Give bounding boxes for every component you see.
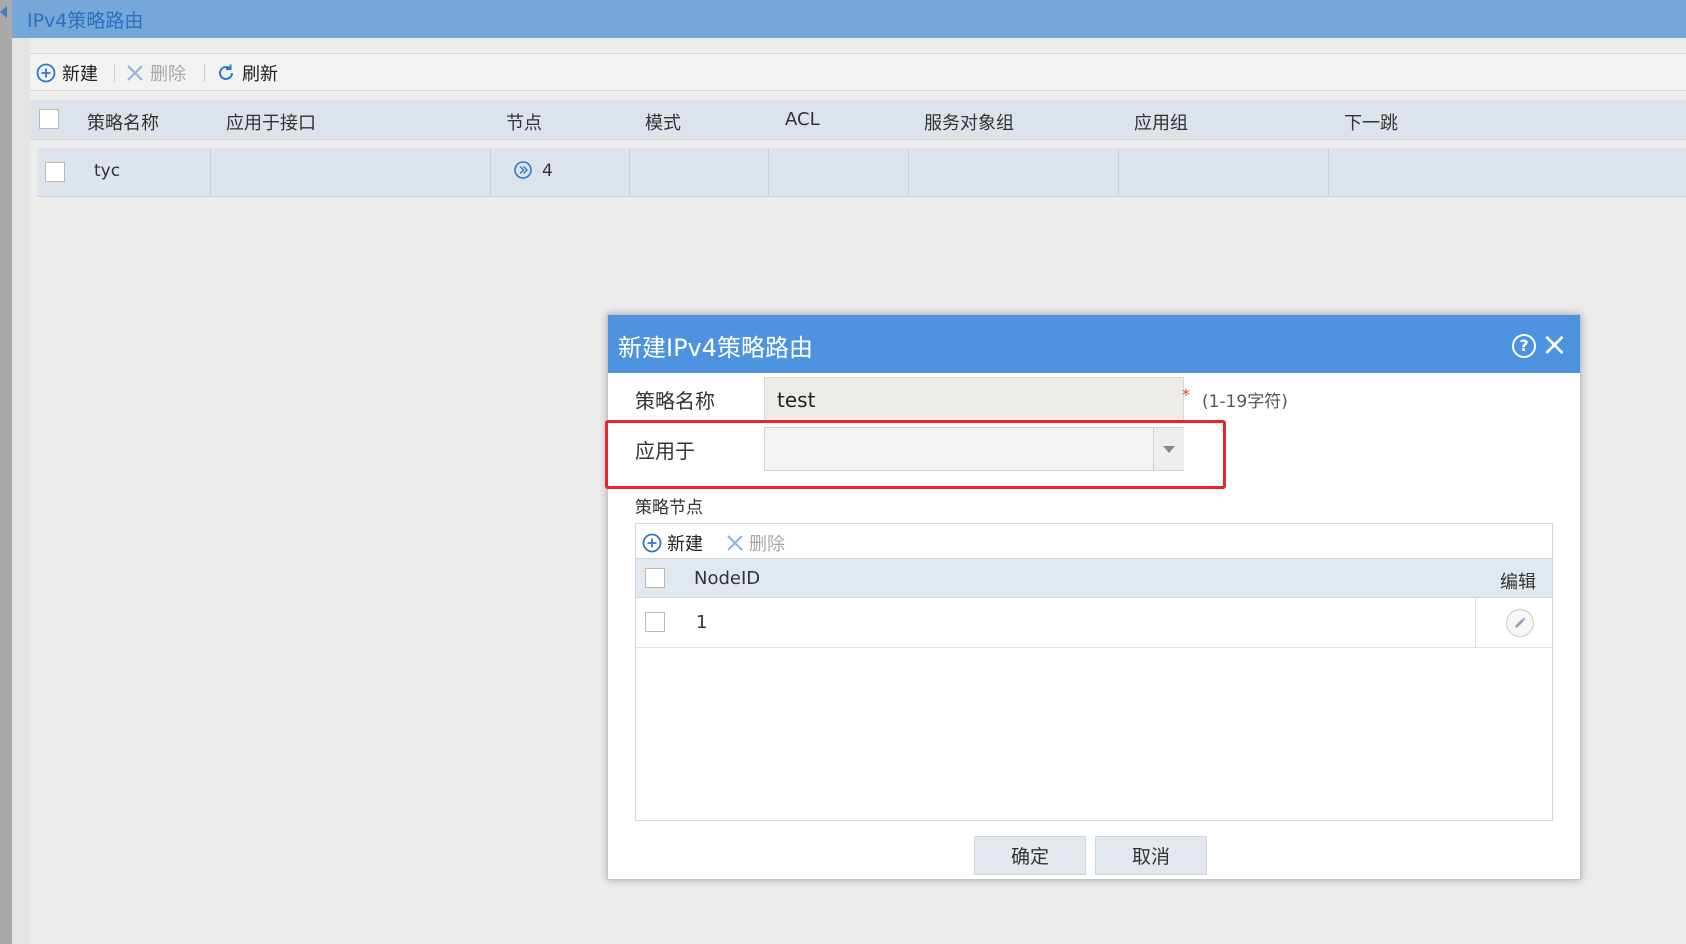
pencil-icon bbox=[1515, 617, 1526, 628]
close-icon[interactable]: × bbox=[1541, 328, 1568, 360]
close-x-icon bbox=[727, 535, 743, 551]
column-header-name[interactable]: 策略名称 bbox=[87, 109, 159, 135]
required-mark: * bbox=[1182, 385, 1190, 404]
node-delete-button[interactable]: 删除 bbox=[726, 530, 785, 556]
delete-button[interactable]: 删除 bbox=[126, 61, 186, 85]
column-header-acl[interactable]: ACL bbox=[785, 109, 820, 130]
column-divider bbox=[908, 148, 909, 196]
toolbar-divider bbox=[114, 64, 115, 82]
nodes-select-all-checkbox[interactable] bbox=[645, 568, 665, 588]
column-header-service-group[interactable]: 服务对象组 bbox=[924, 109, 1014, 135]
dialog-header[interactable]: 新建IPv4策略路由 ? × bbox=[608, 315, 1580, 373]
column-divider bbox=[768, 148, 769, 196]
node-id-cell: 1 bbox=[696, 612, 708, 633]
policy-nodes-section-label: 策略节点 bbox=[635, 498, 703, 518]
policy-name-hint: (1-19字符) bbox=[1202, 392, 1288, 412]
refresh-button[interactable]: 刷新 bbox=[216, 61, 278, 85]
highlight-annotation-box bbox=[605, 420, 1226, 489]
row-checkbox[interactable] bbox=[45, 162, 65, 182]
left-gutter bbox=[12, 38, 30, 944]
main-toolbar: 新建 删除 刷新 bbox=[30, 53, 1686, 91]
column-divider bbox=[629, 148, 630, 196]
policy-name-input[interactable]: test bbox=[764, 377, 1184, 421]
column-header-node[interactable]: 节点 bbox=[506, 109, 542, 135]
refresh-button-label: 刷新 bbox=[242, 64, 278, 85]
panel-titlebar: IPv4策略路由 bbox=[12, 0, 1686, 38]
panel-title: IPv4策略路由 bbox=[27, 10, 144, 32]
table-row[interactable]: tyc 4 bbox=[37, 148, 1686, 197]
nodes-table-header: NodeID 编辑 bbox=[636, 558, 1552, 598]
close-x-icon bbox=[127, 65, 143, 81]
column-header-nodeid[interactable]: NodeID bbox=[694, 568, 760, 589]
delete-button-label: 删除 bbox=[150, 64, 186, 85]
help-icon[interactable]: ? bbox=[1512, 334, 1536, 358]
policy-name-label: 策略名称 bbox=[635, 389, 715, 413]
column-header-mode[interactable]: 模式 bbox=[645, 109, 681, 135]
nodes-toolbar: 新建 删除 bbox=[636, 524, 1552, 558]
column-header-interface[interactable]: 应用于接口 bbox=[226, 109, 316, 135]
new-button-label: 新建 bbox=[62, 64, 98, 85]
column-divider bbox=[1328, 148, 1329, 196]
row-checkbox[interactable] bbox=[645, 612, 665, 632]
row-name-cell: tyc bbox=[94, 161, 121, 181]
policy-nodes-panel: 新建 删除 NodeID 编辑 1 bbox=[635, 523, 1553, 821]
refresh-icon bbox=[219, 64, 233, 80]
column-divider bbox=[490, 148, 491, 196]
collapse-arrow-icon[interactable] bbox=[0, 6, 7, 18]
grid-header: 策略名称 应用于接口 节点 模式 ACL 服务对象组 应用组 下一跳 bbox=[30, 100, 1686, 140]
row-node-count: 4 bbox=[542, 161, 553, 181]
new-button[interactable]: 新建 bbox=[36, 61, 98, 85]
select-all-checkbox[interactable] bbox=[39, 109, 59, 129]
node-new-label: 新建 bbox=[667, 534, 703, 555]
column-divider bbox=[1475, 598, 1476, 647]
column-header-edit: 编辑 bbox=[1500, 572, 1536, 593]
column-header-next-hop[interactable]: 下一跳 bbox=[1344, 109, 1398, 135]
column-divider bbox=[1118, 148, 1119, 196]
column-divider bbox=[210, 148, 211, 196]
node-delete-label: 删除 bbox=[749, 534, 785, 555]
node-new-button[interactable]: 新建 bbox=[642, 530, 703, 556]
confirm-button[interactable]: 确定 bbox=[974, 836, 1086, 875]
plus-circle-icon bbox=[36, 63, 56, 83]
toolbar-divider bbox=[204, 64, 205, 82]
plus-circle-icon bbox=[642, 533, 662, 553]
dialog-title: 新建IPv4策略路由 bbox=[618, 334, 814, 362]
table-row[interactable]: 1 bbox=[636, 598, 1552, 648]
edit-pencil-icon[interactable] bbox=[1506, 609, 1534, 637]
cancel-button[interactable]: 取消 bbox=[1095, 836, 1207, 875]
expand-nodes-icon[interactable] bbox=[513, 160, 533, 180]
new-policy-dialog: 新建IPv4策略路由 ? × 策略名称 test * (1-19字符) 应用于 … bbox=[605, 314, 1581, 880]
left-collapse-rail[interactable] bbox=[0, 0, 12, 944]
column-header-app-group[interactable]: 应用组 bbox=[1134, 109, 1188, 135]
